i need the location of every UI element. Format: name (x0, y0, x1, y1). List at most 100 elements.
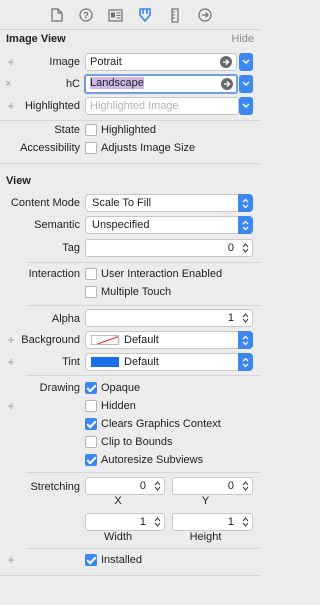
user-interaction-label: User Interaction Enabled (101, 268, 223, 280)
hc-dropdown-button[interactable] (239, 75, 253, 93)
stepper-icon[interactable] (240, 240, 251, 256)
alpha-field[interactable]: 1 (85, 309, 253, 327)
divider (26, 472, 260, 473)
section-divider (0, 163, 260, 164)
content-mode-value: Scale To Fill (92, 197, 152, 209)
go-arrow-icon[interactable] (221, 78, 233, 90)
hidden-checkbox[interactable] (85, 400, 97, 412)
highlighted-checkbox[interactable] (85, 124, 97, 136)
image-value: Potrait (90, 56, 122, 68)
file-icon[interactable] (49, 7, 65, 23)
tag-label: Tag (62, 242, 80, 254)
image-combobox[interactable]: Potrait (85, 53, 237, 71)
clip-to-bounds-label: Clip to Bounds (101, 436, 173, 448)
tint-color-swatch (91, 357, 119, 367)
svg-text:?: ? (83, 11, 89, 21)
clears-graphics-label: Clears Graphics Context (101, 418, 221, 430)
interaction-label: Interaction (28, 268, 80, 280)
stretch-y-value: 0 (227, 480, 234, 492)
highlighted-placeholder: Highlighted Image (90, 100, 179, 112)
clears-graphics-checkbox[interactable] (85, 418, 97, 430)
installed-checkbox[interactable] (85, 554, 97, 566)
image-view-section-title: Image View (6, 33, 66, 45)
hc-label: hC (65, 78, 80, 90)
no-color-swatch (91, 335, 119, 345)
alpha-label: Alpha (51, 313, 80, 325)
opaque-label: Opaque (101, 382, 141, 394)
identity-icon[interactable] (107, 7, 123, 23)
divider (26, 375, 260, 376)
hide-section-button[interactable]: Hide (231, 33, 254, 45)
stretch-width-field[interactable]: 1 (85, 513, 165, 531)
stepper-icon[interactable] (240, 310, 251, 326)
content-mode-select[interactable]: Scale To Fill (85, 194, 253, 212)
tag-value: 0 (227, 242, 234, 254)
tint-select[interactable]: Default (85, 353, 253, 371)
tint-value: Default (124, 356, 159, 368)
autoresize-checkbox[interactable] (85, 454, 97, 466)
divider (26, 305, 260, 306)
stretching-label: Stretching (30, 481, 80, 493)
image-label: Image (49, 56, 80, 68)
stretch-height-label: Height (189, 531, 222, 543)
divider (26, 262, 260, 263)
chevron-down-icon (239, 75, 253, 93)
updown-chevron-icon (238, 194, 253, 212)
user-interaction-checkbox[interactable] (85, 268, 97, 280)
inspector-toolbar: ? (0, 0, 260, 30)
multiple-touch-checkbox[interactable] (85, 286, 97, 298)
divider (0, 120, 260, 121)
stretch-y-label: Y (201, 495, 210, 507)
stretch-x-value: 0 (139, 480, 146, 492)
view-section-title: View (6, 175, 31, 187)
ruler-icon[interactable] (167, 7, 183, 23)
stepper-icon[interactable] (152, 514, 163, 530)
hc-image-combobox[interactable]: Landscape (84, 74, 238, 94)
stepper-icon[interactable] (240, 478, 251, 494)
stretch-x-label: X (114, 495, 122, 507)
add-variation-icon[interactable]: + (6, 333, 16, 347)
tint-label: Tint (62, 356, 80, 368)
hidden-label: Hidden (101, 400, 136, 412)
clip-to-bounds-checkbox[interactable] (85, 436, 97, 448)
stretch-width-value: 1 (139, 516, 146, 528)
attributes-icon[interactable] (137, 7, 153, 23)
go-arrow-icon[interactable] (220, 56, 232, 68)
alpha-value: 1 (227, 312, 234, 324)
opaque-checkbox[interactable] (85, 382, 97, 394)
remove-variation-icon[interactable]: × (5, 78, 11, 90)
highlighted-image-field[interactable]: Highlighted Image (85, 97, 239, 115)
highlighted-label: Highlighted (24, 100, 80, 112)
autoresize-label: Autoresize Subviews (101, 454, 204, 466)
semantic-select[interactable]: Unspecified (85, 216, 253, 234)
state-label: State (54, 124, 80, 136)
add-variation-icon[interactable]: + (6, 55, 16, 69)
tag-field[interactable]: 0 (85, 239, 253, 257)
stretch-width-label: Width (103, 531, 133, 543)
stretch-height-value: 1 (227, 516, 234, 528)
connections-icon[interactable] (197, 7, 213, 23)
add-variation-icon[interactable]: + (6, 553, 16, 567)
add-variation-icon[interactable]: + (6, 399, 16, 413)
divider (26, 548, 260, 549)
background-select[interactable]: Default (85, 331, 253, 349)
stepper-icon[interactable] (152, 478, 163, 494)
help-icon[interactable]: ? (78, 7, 94, 23)
adjusts-image-size-checkbox[interactable] (85, 142, 97, 154)
stretch-y-field[interactable]: 0 (172, 477, 253, 495)
drawing-label: Drawing (39, 382, 80, 394)
divider (0, 575, 260, 576)
stepper-icon[interactable] (240, 514, 251, 530)
background-value: Default (124, 334, 159, 346)
add-variation-icon[interactable]: + (6, 99, 16, 113)
image-dropdown-button[interactable] (239, 53, 253, 71)
updown-chevron-icon (238, 216, 253, 234)
highlighted-dropdown-button[interactable] (239, 97, 253, 115)
updown-chevron-icon (238, 353, 253, 371)
multiple-touch-label: Multiple Touch (101, 286, 172, 298)
stretch-height-field[interactable]: 1 (172, 513, 253, 531)
add-variation-icon[interactable]: + (6, 355, 16, 369)
chevron-down-icon (239, 53, 253, 71)
stretch-x-field[interactable]: 0 (85, 477, 165, 495)
background-label: Background (21, 334, 80, 346)
